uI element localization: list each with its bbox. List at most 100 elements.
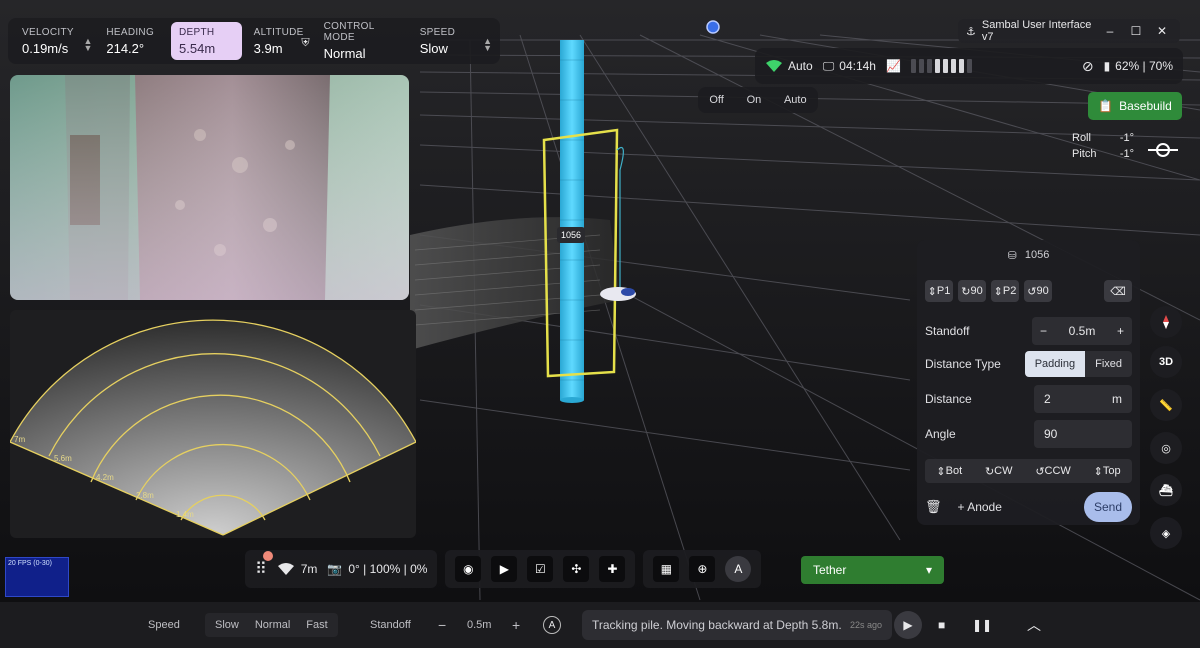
standoff-stepper: − 0.5m + [1032, 317, 1132, 345]
padding-option[interactable]: Padding [1024, 351, 1086, 377]
plus-icon[interactable]: + [512, 617, 520, 633]
sync-off-icon[interactable]: ⊘ [1082, 58, 1094, 75]
depth-value: 5.54m [179, 40, 216, 56]
close-icon[interactable]: ✕ [1152, 24, 1172, 38]
tether-select[interactable]: Tether ▾ [801, 556, 944, 584]
mode-off-option[interactable]: Off [709, 94, 723, 106]
crosshair-icon[interactable]: ⊕ [689, 556, 716, 582]
move-buttons: ⇕ Bot ↻ CW ↺ CCW ⇕ Top [925, 459, 1132, 483]
waypoint-chip-rot2[interactable]: ↺ 90 [1024, 280, 1052, 302]
auto-mode-icon[interactable]: A [725, 556, 752, 582]
rotate-cw-icon: ↻ [984, 465, 995, 478]
minimize-icon[interactable]: – [1100, 24, 1120, 38]
pause-icon[interactable]: ❚❚ [972, 618, 992, 632]
distance-type-toggle: Padding Fixed [1024, 351, 1132, 377]
attitude-indicator-icon [1148, 143, 1178, 157]
fps-value: 20 FPS (0-30) [8, 560, 52, 567]
window-titlebar: ⚓ Sambal User Interface v7 – ☐ ✕ [958, 19, 1180, 43]
compass-icon[interactable] [1150, 306, 1182, 338]
target-icon[interactable]: ◎ [1150, 432, 1182, 464]
control-mode-label: CONTROL MODE [323, 21, 375, 43]
drone-icon[interactable]: ✣ [563, 556, 590, 582]
apps-grid-icon[interactable]: ⠿ [255, 551, 273, 579]
speed-normal-option[interactable]: Normal [255, 619, 290, 631]
wifi-icon [277, 563, 294, 575]
velocity-label: VELOCITY [22, 26, 74, 38]
monitor-icon: 🖵 [822, 58, 835, 73]
camera-icon: 📷 [327, 562, 343, 576]
move-cw-button[interactable]: ↻ CW [981, 460, 1017, 482]
minus-icon[interactable]: − [438, 617, 446, 633]
velocity-value: 0.19m/s [22, 40, 69, 56]
move-bot-label: Bot [945, 465, 963, 477]
velocity-stepper-icon[interactable]: ▲ ▼ [83, 37, 92, 53]
waypoint-chip-label: 90 [1036, 285, 1049, 297]
attitude-readout: Roll -1° Pitch -1° [1072, 132, 1134, 164]
fixed-option[interactable]: Fixed [1085, 351, 1132, 377]
speed-slow-option[interactable]: Slow [215, 619, 239, 631]
angle-field[interactable]: 90 [1034, 420, 1132, 448]
telemetry-control-mode[interactable]: CONTROL MODE Normal [316, 21, 408, 61]
shield-icon: ⛨ [301, 37, 310, 49]
plus-icon[interactable]: + [1117, 324, 1124, 338]
move-cw-label: CW [994, 465, 1013, 477]
delete-icon[interactable]: 🗑 [925, 499, 942, 515]
pitch-label: Pitch [1072, 148, 1097, 160]
add-anode-button[interactable]: + Anode [958, 500, 1068, 514]
move-ccw-label: CCW [1044, 465, 1071, 477]
standoff-value: 0.5m [1068, 324, 1096, 338]
checklist-icon[interactable]: ☑ [527, 556, 554, 582]
waypoint-chip-rot1[interactable]: ↻ 90 [958, 280, 986, 302]
speed-fast-option[interactable]: Fast [306, 619, 327, 631]
depth-label: DEPTH [179, 26, 215, 38]
mode-on-option[interactable]: On [747, 94, 762, 106]
aperture-icon[interactable]: ◉ [455, 556, 482, 582]
layers-icon[interactable]: ◈ [1150, 517, 1182, 549]
telemetry-speed[interactable]: SPEED Slow ▲ ▼ [412, 22, 494, 60]
camera-video-feed[interactable] [10, 75, 409, 300]
altitude-label: ALTITUDE [253, 26, 304, 38]
ruler-icon[interactable]: 📏 [1150, 389, 1182, 421]
toolbar-group-tools: ◉ ▶ ☑ ✣ ✚ [445, 550, 636, 588]
auto-standoff-icon[interactable]: A [543, 616, 561, 634]
waypoint-chip-p1[interactable]: ⇕ P1 [925, 280, 953, 302]
angle-label: Angle [925, 427, 956, 441]
backspace-icon[interactable]: ⌫ [1104, 280, 1132, 302]
chevron-up-icon[interactable]: ︿ [1027, 615, 1041, 635]
move-top-button[interactable]: ⇕ Top [1090, 460, 1125, 482]
move-bot-button[interactable]: ⇕ Bot [932, 460, 966, 482]
telemetry-depth[interactable]: DEPTH 5.54m [171, 22, 242, 60]
waypoint-chip-label: 90 [970, 285, 983, 297]
stop-icon[interactable]: ■ [938, 618, 945, 632]
altitude-value: 3.9m [253, 40, 283, 56]
maximize-icon[interactable]: ☐ [1126, 24, 1146, 38]
waypoint-chip-p2[interactable]: ⇕ P2 [991, 280, 1019, 302]
speed-stepper-icon[interactable]: ▲ ▼ [483, 37, 492, 53]
sonar-view[interactable]: 7m 5.6m 4.2m 2.8m 1.4m [10, 310, 416, 538]
status-message-time: 22s ago [849, 620, 882, 630]
chart-icon[interactable]: 📈 [886, 59, 901, 73]
mode-auto-option[interactable]: Auto [784, 94, 807, 106]
pile-tag-label: 1056 [557, 227, 585, 243]
waypoint-chips: ⇕ P1 ↻ 90 ⇕ P2 ↺ 90 ⌫ [925, 280, 1132, 302]
rov-model[interactable] [600, 287, 636, 301]
pitch-value: -1° [1119, 148, 1134, 160]
video-icon[interactable]: ▶ [491, 556, 518, 582]
minus-icon[interactable]: − [1040, 324, 1047, 338]
puzzle-icon[interactable]: ✚ [599, 556, 626, 582]
battery-value: 62% | 70% [1115, 59, 1173, 73]
tether-value: Tether [813, 563, 847, 577]
distance-field[interactable]: 2 m [1034, 385, 1132, 413]
move-ccw-button[interactable]: ↺ CCW [1031, 460, 1075, 482]
roll-label: Roll [1072, 132, 1091, 144]
map-icon[interactable]: ▦ [653, 556, 680, 582]
arrow-icon: ⇕ [936, 465, 946, 478]
distance-value: 2 [1044, 392, 1051, 406]
vehicle-icon[interactable]: ⛴ [1150, 474, 1182, 506]
status-bar: Auto 🖵 04:14h 📈 ⊘ ▮ 62% | 70% [755, 48, 1183, 84]
wifi-status[interactable]: Auto [765, 59, 813, 73]
view-3d-button[interactable]: 3D [1150, 346, 1182, 378]
send-button[interactable]: Send [1084, 492, 1132, 522]
basebuild-button[interactable]: 📋 Basebuild [1088, 92, 1182, 120]
play-icon[interactable]: ▶ [894, 611, 922, 639]
